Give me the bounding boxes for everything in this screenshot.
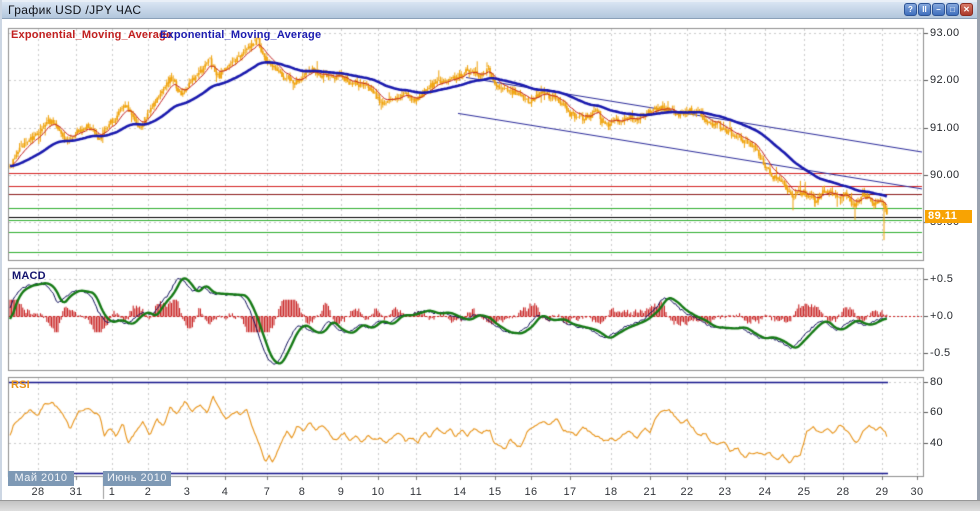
maximize-icon: □ <box>950 5 955 14</box>
help-button[interactable]: ? <box>904 3 917 16</box>
window-frame-left <box>0 0 2 511</box>
chart-window: График USD /JPY ЧАС ? II – □ ✕ Exponenti… <box>0 0 980 511</box>
maximize-button[interactable]: □ <box>946 3 959 16</box>
pause-icon: II <box>922 5 926 14</box>
close-icon: ✕ <box>963 5 970 14</box>
window-frame-bottom <box>0 500 980 511</box>
close-button[interactable]: ✕ <box>960 3 973 16</box>
price-macd-rsi-chart-canvas[interactable] <box>0 0 980 511</box>
minimize-button[interactable]: – <box>932 3 945 16</box>
window-buttons: ? II – □ ✕ <box>904 3 973 16</box>
minimize-icon: – <box>936 5 940 14</box>
title-bar[interactable]: График USD /JPY ЧАС ? II – □ ✕ <box>2 2 977 19</box>
help-icon: ? <box>908 5 913 14</box>
pause-button[interactable]: II <box>918 3 931 16</box>
window-title: График USD /JPY ЧАС <box>2 3 141 17</box>
